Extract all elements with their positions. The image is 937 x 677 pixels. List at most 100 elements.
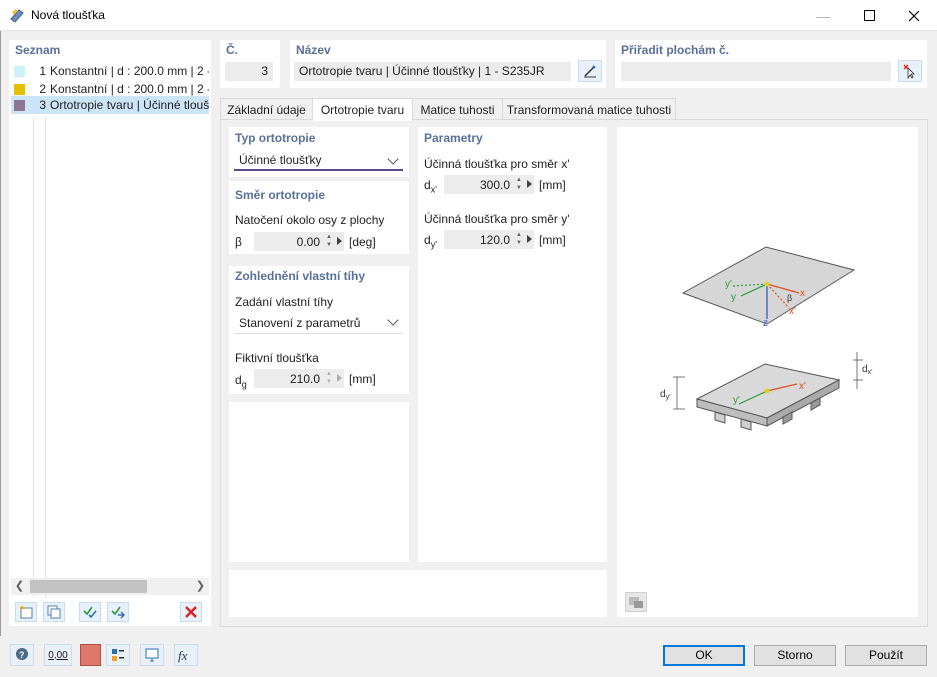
dy-unit: [mm] bbox=[539, 233, 566, 247]
close-icon bbox=[908, 10, 920, 21]
z-label: z bbox=[763, 318, 768, 329]
list-toolbar bbox=[9, 598, 211, 626]
dg-spinner[interactable]: 210.0 ▲ ▼ bbox=[254, 369, 344, 388]
color-button[interactable] bbox=[80, 644, 101, 666]
scroll-left-icon[interactable]: ❮ bbox=[11, 579, 28, 594]
ortho-type-dropdown[interactable]: Účinné tloušťky bbox=[234, 149, 403, 171]
dg-symbol: dg bbox=[235, 373, 247, 390]
dy-symbol: dy' bbox=[424, 233, 437, 250]
svg-text:?: ? bbox=[19, 650, 25, 660]
spin-arrow-icon[interactable] bbox=[337, 374, 342, 382]
title-bar: Nová tloušťka — bbox=[0, 0, 937, 31]
tab-transformed-matrix[interactable]: Transformovaná matice tuhosti bbox=[502, 98, 676, 120]
name-field[interactable]: Ortotropie tvaru | Účinné tloušťky | 1 -… bbox=[294, 62, 571, 81]
dy-label: Účinná tloušťka pro směr y' bbox=[424, 212, 570, 226]
selfweight-value: Stanovení z parametrů bbox=[239, 316, 361, 330]
dx-unit: [mm] bbox=[539, 178, 566, 192]
chevron-down-icon bbox=[387, 153, 399, 165]
list-item-label: Konstantní | d : 200.0 mm | 2 - C bbox=[50, 82, 209, 96]
dy-spinner[interactable]: 120.0 ▲ ▼ bbox=[444, 230, 534, 249]
formula-button[interactable]: fx bbox=[174, 644, 198, 666]
check-all-button[interactable] bbox=[79, 602, 101, 622]
color-swatch bbox=[14, 99, 25, 111]
image-settings-icon bbox=[629, 597, 643, 608]
list-title: Seznam bbox=[15, 43, 61, 57]
units-button[interactable]: 0,00 bbox=[44, 644, 72, 666]
selfweight-section: Zohlednění vlastní tíhy Zadání vlastní t… bbox=[229, 266, 409, 394]
tree-guide-line bbox=[45, 117, 46, 607]
diagram-panel: y' y x x' β z y' x' dy' dx' bbox=[617, 127, 918, 617]
ortho-type-value: Účinné tloušťky bbox=[239, 153, 322, 167]
list-item-label: Ortotropie tvaru | Účinné tloušť bbox=[50, 98, 209, 112]
model-view-button[interactable] bbox=[140, 644, 164, 666]
dy-dim-label: dy' bbox=[660, 389, 670, 401]
y-prime-label-lower: y' bbox=[733, 395, 740, 406]
number-field[interactable]: 3 bbox=[225, 62, 273, 81]
fictive-thickness-label: Fiktivní tloušťka bbox=[235, 351, 319, 365]
list-item-selected[interactable]: 3 Ortotropie tvaru | Účinné tloušť bbox=[11, 96, 209, 114]
apply-button[interactable]: Použít bbox=[845, 645, 927, 666]
tab-shape-orthotropy[interactable]: Ortotropie tvaru bbox=[312, 98, 413, 121]
units-icon: 0,00 bbox=[48, 649, 68, 661]
tab-basic[interactable]: Základní údaje bbox=[220, 98, 313, 120]
pick-cursor-icon bbox=[903, 64, 915, 79]
orthotropy-diagram: y' y x x' β z y' x' dy' dx' bbox=[660, 246, 872, 431]
horizontal-scrollbar[interactable]: ❮ ❯ bbox=[11, 578, 209, 595]
name-panel: Název Ortotropie tvaru | Účinné tloušťky… bbox=[290, 40, 606, 88]
display-properties-button[interactable] bbox=[106, 644, 130, 666]
dx-symbol: dx' bbox=[424, 178, 437, 195]
diagram-options-button[interactable] bbox=[625, 592, 647, 612]
app-icon bbox=[10, 9, 24, 23]
beta-unit: [deg] bbox=[349, 235, 376, 249]
delete-button[interactable] bbox=[180, 602, 202, 622]
delete-icon bbox=[185, 606, 197, 618]
maximize-icon bbox=[863, 10, 875, 21]
number-label: Č. bbox=[226, 43, 238, 57]
ok-button[interactable]: OK bbox=[663, 645, 745, 666]
maximize-button[interactable] bbox=[846, 0, 892, 31]
monitor-icon bbox=[145, 648, 159, 662]
scrollbar-thumb[interactable] bbox=[30, 580, 147, 593]
tab-stiffness-matrix[interactable]: Matice tuhosti bbox=[412, 98, 503, 120]
y-label: y bbox=[731, 292, 736, 303]
selfweight-input-label: Zadání vlastní tíhy bbox=[235, 295, 334, 309]
selfweight-dropdown[interactable]: Stanovení z parametrů bbox=[234, 312, 403, 334]
ortho-type-title: Typ ortotropie bbox=[235, 131, 316, 145]
beta-label: β bbox=[787, 293, 792, 303]
dx-spinner[interactable]: 300.0 ▲ ▼ bbox=[444, 175, 534, 194]
edit-name-button[interactable] bbox=[578, 60, 602, 82]
spin-updown-icon[interactable]: ▲ ▼ bbox=[325, 233, 333, 250]
assign-field[interactable] bbox=[621, 62, 891, 81]
pick-surfaces-button[interactable] bbox=[898, 60, 922, 82]
spin-arrow-icon[interactable] bbox=[527, 180, 532, 188]
help-button[interactable]: ? bbox=[10, 644, 34, 666]
beta-spinner[interactable]: 0.00 ▲ ▼ bbox=[254, 232, 344, 251]
close-button[interactable] bbox=[891, 0, 937, 31]
check-toggle-button[interactable] bbox=[107, 602, 129, 622]
number-panel: Č. 3 bbox=[220, 40, 280, 88]
cancel-button[interactable]: Storno bbox=[754, 645, 836, 666]
tree-guide-line bbox=[33, 117, 34, 607]
copy-item-button[interactable] bbox=[43, 602, 65, 622]
parameters-section: Parametry Účinná tloušťka pro směr x' dx… bbox=[418, 127, 607, 562]
list-item[interactable]: 1 Konstantní | d : 200.0 mm | 2 - C bbox=[11, 62, 209, 80]
spin-updown-icon[interactable]: ▲ ▼ bbox=[325, 370, 333, 387]
ortho-type-section: Typ ortotropie Účinné tloušťky bbox=[229, 127, 409, 177]
list-item-number: 3 bbox=[39, 98, 46, 112]
check-all-icon bbox=[83, 606, 97, 619]
x-label: x bbox=[800, 288, 805, 299]
dx-dim-label: dx' bbox=[862, 364, 872, 376]
dx-value: 300.0 bbox=[479, 178, 510, 192]
scroll-right-icon[interactable]: ❯ bbox=[192, 579, 209, 594]
spin-arrow-icon[interactable] bbox=[527, 235, 532, 243]
new-item-icon bbox=[20, 605, 33, 619]
beta-value: 0.00 bbox=[296, 235, 320, 249]
spin-arrow-icon[interactable] bbox=[337, 237, 342, 245]
new-item-button[interactable] bbox=[15, 602, 37, 622]
edit-icon bbox=[584, 65, 596, 78]
spin-updown-icon[interactable]: ▲ ▼ bbox=[515, 231, 523, 248]
tab-content: Typ ortotropie Účinné tloušťky Směr orto… bbox=[220, 119, 928, 627]
spin-updown-icon[interactable]: ▲ ▼ bbox=[515, 176, 523, 193]
list-item-label: Konstantní | d : 200.0 mm | 2 - C bbox=[50, 64, 209, 78]
minimize-button[interactable]: — bbox=[800, 0, 846, 31]
